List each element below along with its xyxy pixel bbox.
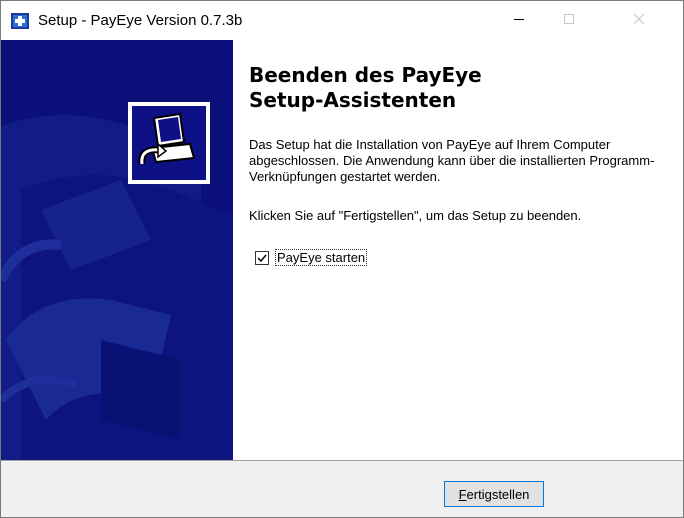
minimize-icon: [513, 12, 525, 30]
finish-button-label: ertigstellen: [466, 486, 530, 502]
button-bar: Fertigstellen: [1, 460, 683, 517]
launch-checkbox-row[interactable]: PayEye starten: [255, 249, 368, 266]
setup-icon: [11, 13, 29, 29]
completion-text: Das Setup hat die Installation von PayEy…: [249, 137, 655, 184]
finish-instruction-text: Klicken Sie auf "Fertigstellen", um das …: [249, 208, 582, 223]
wizard-side-image: [1, 40, 233, 460]
close-button[interactable]: [595, 1, 683, 40]
finish-button-accelerator: F: [458, 486, 467, 502]
minimize-button[interactable]: [494, 1, 544, 40]
title-bar[interactable]: Setup - PayEye Version 0.7.3b: [1, 1, 683, 40]
launch-checkbox[interactable]: [255, 250, 269, 265]
maximize-icon: [563, 12, 575, 30]
finish-button[interactable]: Fertigstellen: [444, 481, 544, 507]
maximize-button[interactable]: [544, 1, 594, 40]
launch-checkbox-label[interactable]: PayEye starten: [275, 249, 368, 266]
page-title: Beenden des PayEye Setup-Assistenten: [249, 63, 482, 112]
setup-window: Setup - PayEye Version 0.7.3b Beenden de…: [0, 0, 684, 518]
close-icon: [633, 12, 645, 30]
setup-logo: [128, 102, 210, 184]
window-title: Setup - PayEye Version 0.7.3b: [38, 12, 243, 29]
